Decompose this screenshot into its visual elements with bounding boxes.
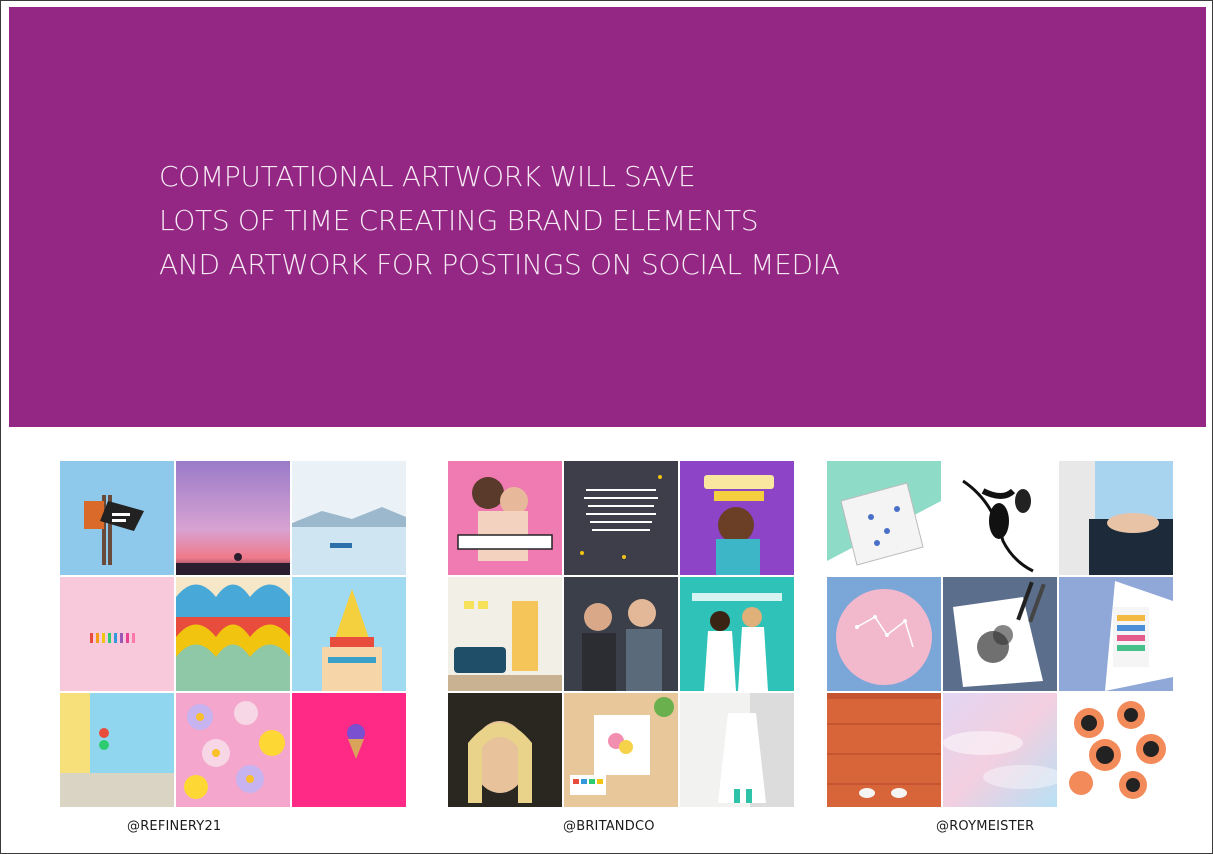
photo-tile [827, 577, 941, 691]
headline-line-3: AND ARTWORK FOR POSTINGS ON SOCIAL MEDIA [159, 248, 840, 281]
photo-tile [292, 461, 406, 575]
photo-tile [176, 461, 290, 575]
gallery-roymeister [827, 461, 1173, 807]
photo-tile [680, 693, 794, 807]
photo-tile [448, 577, 562, 691]
gallery-handle: @BRITANDCO [563, 819, 655, 834]
photo-tile [292, 693, 406, 807]
photo-tile [943, 693, 1057, 807]
photo-tile [827, 693, 941, 807]
gallery-handle: @ROYMEISTER [936, 819, 1035, 834]
photo-tile [60, 693, 174, 807]
photo-tile [1059, 693, 1173, 807]
headline-banner: COMPUTATIONAL ARTWORK WILL SAVE LOTS OF … [9, 7, 1206, 427]
photo-tile [176, 577, 290, 691]
gallery-britandco [448, 461, 794, 807]
photo-tile [1059, 461, 1173, 575]
photo-tile [60, 577, 174, 691]
photo-tile [564, 693, 678, 807]
photo-tile [564, 577, 678, 691]
headline-line-1: COMPUTATIONAL ARTWORK WILL SAVE [159, 160, 696, 193]
photo-tile [680, 461, 794, 575]
gallery-handle: @REFINERY21 [127, 819, 222, 834]
photo-tile [943, 577, 1057, 691]
headline: COMPUTATIONAL ARTWORK WILL SAVE LOTS OF … [159, 155, 840, 287]
page-frame: COMPUTATIONAL ARTWORK WILL SAVE LOTS OF … [0, 0, 1213, 854]
photo-tile [448, 693, 562, 807]
photo-tile [292, 577, 406, 691]
photo-tile [1059, 577, 1173, 691]
photo-tile [176, 693, 290, 807]
photo-tile [564, 461, 678, 575]
headline-line-2: LOTS OF TIME CREATING BRAND ELEMENTS [159, 204, 759, 237]
photo-tile [827, 461, 941, 575]
gallery-refinery21 [60, 461, 406, 807]
photo-tile [943, 461, 1057, 575]
photo-tile [680, 577, 794, 691]
photo-tile [448, 461, 562, 575]
photo-tile [60, 461, 174, 575]
